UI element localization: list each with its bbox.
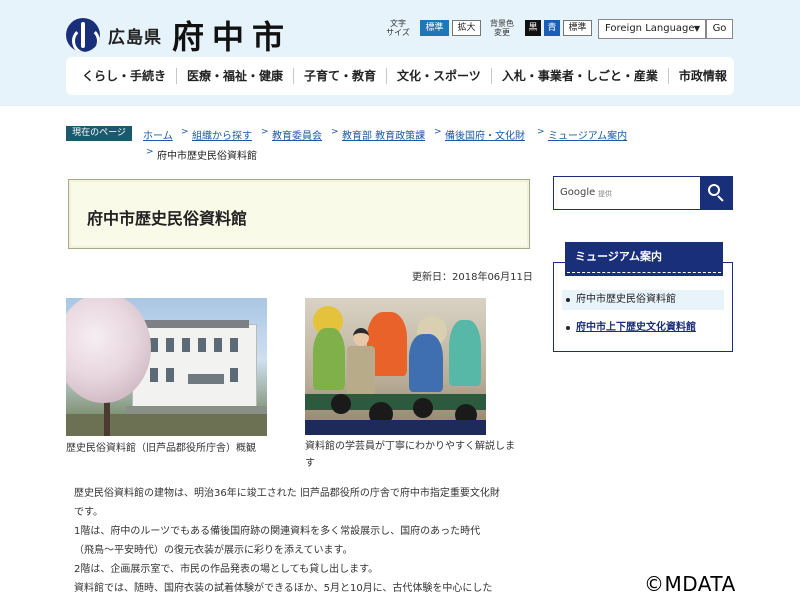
window-shape <box>230 338 238 352</box>
nav-item-medical[interactable]: 医療・福祉・健康 <box>177 68 295 84</box>
site-search: Google 提供 <box>553 176 733 210</box>
curator-explaining-photo <box>305 298 486 435</box>
breadcrumb-current: 府中市歴史民俗資料館 <box>157 151 257 162</box>
bg-black-button[interactable]: 黒 <box>525 20 541 36</box>
bg-standard-button[interactable]: 標準 <box>563 20 592 36</box>
window-shape <box>198 338 206 352</box>
breadcrumb-link-home[interactable]: ホーム <box>143 127 173 142</box>
prefecture-name: 広島県 <box>108 27 162 48</box>
ground-shape <box>66 414 267 436</box>
text-size-large-button[interactable]: 拡大 <box>452 20 481 36</box>
breadcrumb-badge: 現在のページ <box>66 126 132 141</box>
updated-date: 更新日：2018年06月11日 <box>412 272 533 283</box>
breadcrumb-link-heritage[interactable]: 備後国府・文化財 <box>445 127 525 142</box>
google-label: Google <box>560 187 596 198</box>
description-line: 資料館では、随時、国府衣装の試着体験ができるほか、5月と10月に、古代体験を中心… <box>74 583 493 594</box>
page-title: 府中市歴史民俗資料館 <box>87 209 248 228</box>
bg-color-label: 背景色 変更 <box>490 19 514 37</box>
watermark: ©MDATA <box>644 572 736 596</box>
photo1-caption: 歴史民俗資料館（旧芦品郡役所庁舎）概観 <box>66 443 256 454</box>
search-input[interactable]: 提供 <box>598 189 612 199</box>
breadcrumb-separator: > <box>261 127 269 137</box>
costume-shape <box>313 328 345 390</box>
text-size-label: 文字 サイズ <box>386 19 410 37</box>
sidebar-item-jouge-museum[interactable]: 府中市上下歴史文化資料館 <box>562 318 724 338</box>
photo2-caption-line1: 資料館の学芸員が丁寧にわかりやすく解説しま <box>305 441 515 452</box>
description-line: です。 <box>74 507 103 518</box>
city-name: 府中市 <box>172 18 293 56</box>
nav-item-living[interactable]: くらし・手続き <box>66 68 178 84</box>
window-shape <box>214 338 222 352</box>
search-button[interactable] <box>700 177 732 209</box>
description-line: 1階は、府中のルーツでもある備後国府跡の関連資料を多く常設展示し、国府のあった時… <box>74 526 481 537</box>
breadcrumb-separator: > <box>181 127 189 137</box>
site-logo[interactable]: 広島県 府中市 <box>66 12 292 58</box>
nav-item-business[interactable]: 入札・事業者・しごと・産業 <box>492 68 669 84</box>
fence-shape <box>126 406 267 414</box>
language-select-value: Foreign Language <box>605 23 695 34</box>
description-line: 2階は、企画展示室で、市民の作品発表の場としても貸し出します。 <box>74 564 379 575</box>
porch-shape <box>188 374 224 384</box>
text-size-standard-button[interactable]: 標準 <box>420 20 449 36</box>
museum-guide-title: ミュージアム案内 <box>565 242 723 276</box>
description-line: 歴史民俗資料館の建物は、明治36年に竣工された 旧芦品郡役所の庁舎で府中市指定重… <box>74 488 500 499</box>
page-title-box: 府中市歴史民俗資料館 <box>68 179 530 249</box>
breadcrumb-link-board[interactable]: 教育委員会 <box>272 127 322 142</box>
nav-item-government[interactable]: 市政情報 <box>669 68 737 84</box>
museum-description: 歴史民俗資料館の建物は、明治36年に竣工された 旧芦品郡役所の庁舎で府中市指定重… <box>74 484 534 598</box>
nav-item-culture[interactable]: 文化・スポーツ <box>387 68 492 84</box>
window-shape <box>150 338 158 352</box>
breadcrumb-separator: > <box>146 147 154 157</box>
bg-blue-button[interactable]: 青 <box>544 20 560 36</box>
roof-shape <box>144 320 249 328</box>
sidebar-item-history-museum[interactable]: 府中市歴史民俗資料館 <box>562 290 724 310</box>
student-head <box>413 398 433 418</box>
building-shape <box>132 324 257 408</box>
window-shape <box>230 368 238 382</box>
student-head <box>331 394 351 414</box>
breadcrumb-separator: > <box>537 127 545 137</box>
go-button[interactable]: Go <box>706 19 733 39</box>
global-nav: くらし・手続き 医療・福祉・健康 子育て・教育 文化・スポーツ 入札・事業者・し… <box>66 57 734 95</box>
museum-building-photo <box>66 298 267 436</box>
city-emblem-icon <box>66 18 100 52</box>
curator-figure <box>347 328 375 398</box>
photo2-caption-line2: す <box>305 458 315 469</box>
students-uniform-shape <box>305 420 486 435</box>
nav-item-childcare[interactable]: 子育て・教育 <box>294 68 388 84</box>
costume-shape <box>449 320 481 386</box>
window-shape <box>182 338 190 352</box>
window-shape <box>150 368 158 382</box>
language-select[interactable]: Foreign Language ▼ <box>598 19 706 39</box>
window-shape <box>166 368 174 382</box>
chevron-down-icon: ▼ <box>693 24 700 33</box>
breadcrumb-separator: > <box>331 127 339 137</box>
costume-shape <box>409 334 443 392</box>
breadcrumb-separator: > <box>434 127 442 137</box>
breadcrumb-link-org[interactable]: 組織から探す <box>192 127 252 142</box>
breadcrumb-link-museum[interactable]: ミュージアム案内 <box>548 127 627 142</box>
description-line: （飛鳥～平安時代）の復元衣装が展示に彩りを添えています。 <box>74 545 353 556</box>
window-shape <box>166 338 174 352</box>
breadcrumb-link-policy[interactable]: 教育部 教育政策課 <box>342 127 425 142</box>
